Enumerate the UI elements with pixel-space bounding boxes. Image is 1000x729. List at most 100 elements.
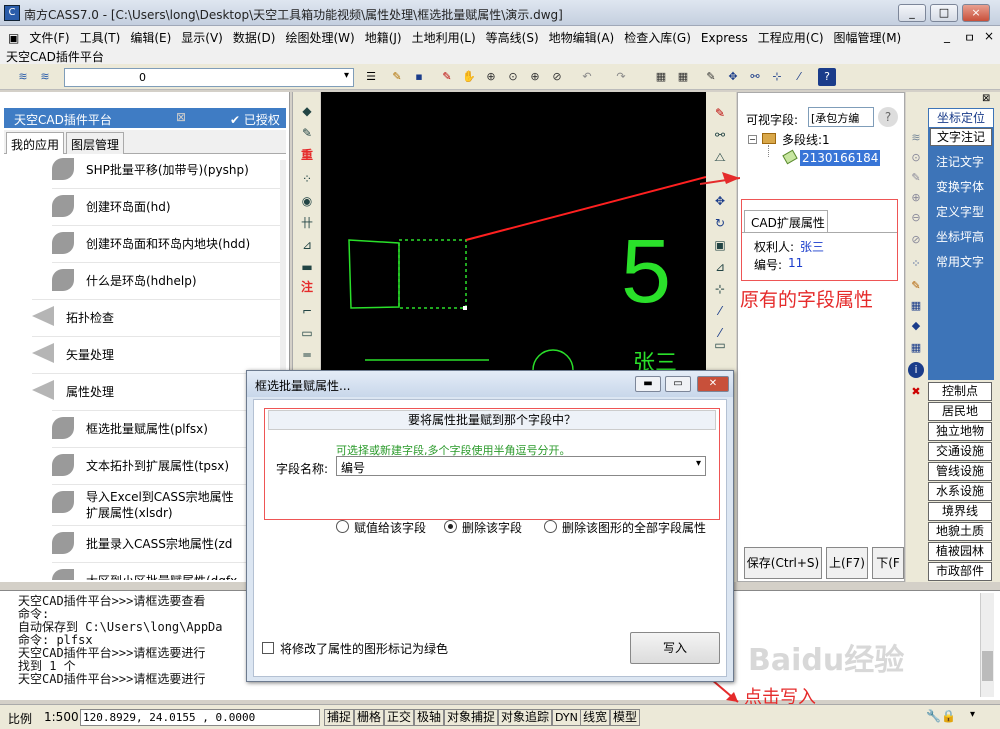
open-file-icon[interactable]: ✎ — [388, 68, 406, 86]
dialog-maximize-button[interactable]: ▭ — [665, 376, 691, 392]
scrollbar-thumb[interactable] — [982, 651, 993, 681]
menu-contour[interactable]: 等高线(S) — [481, 26, 544, 46]
toggle-lineweight[interactable]: 线宽 — [580, 709, 611, 726]
common-text-button[interactable]: 常用文字 — [930, 252, 990, 272]
mark-green-checkbox[interactable] — [262, 642, 274, 654]
plugin-list-item[interactable]: 创建环岛面和环岛内地块(hdd) — [52, 225, 286, 261]
menu-feature-edit[interactable]: 地物编辑(A) — [544, 26, 620, 46]
menu-tools[interactable]: 工具(T) — [75, 26, 126, 46]
plugin-list-item[interactable]: 创建环岛面(hd) — [52, 188, 286, 224]
zoom-in-icon[interactable]: ⊕ — [908, 190, 924, 206]
toggle-dyn[interactable]: DYN — [552, 709, 581, 726]
menu-draw[interactable]: 绘图处理(W) — [280, 26, 359, 46]
rotate-icon[interactable]: ↻ — [711, 214, 729, 232]
field-name-combo[interactable]: 编号 ▾ — [336, 456, 706, 476]
plugin-list-item[interactable]: SHP批量平移(加带号)(pyshp) — [52, 155, 286, 187]
info-icon[interactable]: i — [908, 362, 924, 378]
dots-icon[interactable]: ⁘ — [908, 256, 924, 272]
doc-minimize-button[interactable]: _ — [944, 29, 950, 43]
copy-icon[interactable]: ⚯ — [711, 126, 729, 144]
landform-button[interactable]: 地貌土质 — [928, 522, 992, 541]
menu-app-icon[interactable]: ▣ — [0, 28, 24, 45]
dialog-minimize-button[interactable]: ▬ — [635, 376, 661, 392]
trim-icon[interactable]: ⊹ — [711, 280, 729, 298]
tab-layer-management[interactable]: 图层管理 — [66, 132, 125, 154]
polyline-icon[interactable]: ⌐ — [298, 302, 316, 320]
line-icon[interactable]: ═ — [298, 346, 316, 364]
edit-icon[interactable]: ✎ — [908, 170, 924, 186]
undo-icon[interactable]: ↶ — [578, 68, 596, 86]
cad-ext-tab[interactable]: CAD扩展属性 — [744, 210, 828, 232]
menu-view[interactable]: 显示(V) — [176, 26, 228, 46]
line-extend-icon[interactable]: ⁄ — [790, 68, 808, 86]
ruler-icon[interactable]: ▬ — [298, 258, 316, 276]
table-icon[interactable]: ▦ — [908, 340, 924, 356]
brush-icon[interactable]: ✎ — [298, 124, 316, 142]
mark-green-label[interactable]: 将修改了属性的图形标记为绿色 — [280, 640, 448, 657]
heavy-text-icon[interactable]: 重 — [298, 146, 316, 164]
scale-icon[interactable]: ▣ — [711, 236, 729, 254]
right-panel-close-icon[interactable]: ⊠ — [982, 93, 990, 104]
toggle-model[interactable]: 模型 — [610, 709, 641, 726]
tray-icons[interactable]: 🔧🔒 — [926, 709, 956, 723]
menu-file[interactable]: 文件(F) — [24, 26, 74, 46]
layer-state-icon[interactable]: ≋ — [36, 68, 54, 86]
maximize-button[interactable]: □ — [930, 4, 958, 22]
traffic-facility-button[interactable]: 交通设施 — [928, 442, 992, 461]
minimize-button[interactable]: _ — [898, 4, 926, 22]
move-icon[interactable]: ✥ — [724, 68, 742, 86]
menu-sheet[interactable]: 图幅管理(M) — [829, 26, 907, 46]
option-delete-all-label[interactable]: 删除该图形的全部字段属性 — [562, 519, 706, 536]
toggle-ortho[interactable]: 正交 — [384, 709, 415, 726]
annotation-text-icon[interactable]: 注 — [298, 278, 316, 296]
scatter-icon[interactable]: ⁘ — [298, 170, 316, 188]
fence-icon[interactable]: 卄 — [298, 214, 316, 232]
grid-icon[interactable]: ▦ — [908, 298, 924, 314]
toggle-polar[interactable]: 极轴 — [414, 709, 445, 726]
tree-root-label[interactable]: 多段线:1 — [782, 131, 830, 148]
radio-delete-all[interactable] — [544, 520, 557, 533]
pin-icon[interactable]: ◆ — [908, 318, 924, 334]
municipal-button[interactable]: 市政部件 — [928, 562, 992, 581]
close-button[interactable]: × — [962, 4, 990, 22]
text-annotation-button[interactable]: 文字注记 — [930, 128, 992, 146]
zoom-extents-icon[interactable]: ⊕ — [526, 68, 544, 86]
search-icon[interactable]: ⊘ — [908, 232, 924, 248]
layer-dropdown[interactable]: 0 ▾ — [64, 68, 354, 87]
menu-cadastre[interactable]: 地籍(J) — [360, 26, 407, 46]
help-icon[interactable]: ? — [878, 107, 898, 127]
chart-icon[interactable]: ⊿ — [298, 236, 316, 254]
zoom-previous-icon[interactable]: ⊘ — [548, 68, 566, 86]
previous-button[interactable]: 上(F7) — [826, 547, 868, 579]
grid-icon[interactable]: ▦ — [674, 68, 692, 86]
save-button[interactable]: 保存(Ctrl+S) — [744, 547, 822, 579]
doc-close-button[interactable]: × — [984, 29, 994, 43]
pan-icon[interactable]: ✋ — [460, 68, 478, 86]
dialog-title-bar[interactable]: 框选批量赋属性... ▬ ▭ ✕ — [247, 371, 733, 397]
pencil-icon[interactable]: ✎ — [711, 104, 729, 122]
toggle-snap[interactable]: 捕捉 — [324, 709, 355, 726]
radio-delete-field[interactable] — [444, 520, 457, 533]
radio-assign-field[interactable] — [336, 520, 349, 533]
brush-icon[interactable]: ✎ — [908, 278, 924, 294]
tab-my-apps[interactable]: 我的应用 — [6, 132, 65, 154]
mirror-icon[interactable]: ⧍ — [711, 148, 729, 166]
pencil-icon[interactable]: ✎ — [438, 68, 456, 86]
chamfer-icon[interactable]: ▭ — [711, 336, 729, 354]
zoom-icon[interactable]: ⊙ — [908, 150, 924, 166]
pipeline-facility-button[interactable]: 管线设施 — [928, 462, 992, 481]
zoom-out-icon[interactable]: ⊖ — [908, 210, 924, 226]
menu-edit[interactable]: 编辑(E) — [125, 26, 176, 46]
next-button[interactable]: 下(F — [872, 547, 904, 579]
vegetation-button[interactable]: 植被园林 — [928, 542, 992, 561]
vehicle-icon[interactable]: ◉ — [298, 192, 316, 210]
residential-button[interactable]: 居民地 — [928, 402, 992, 421]
coordinate-elevation-button[interactable]: 坐标坪高 — [930, 227, 990, 247]
boundary-line-button[interactable]: 境界线 — [928, 502, 992, 521]
lineweight-icon[interactable]: ☰ — [362, 68, 380, 86]
annotate-text-button[interactable]: 注记文字 — [930, 152, 990, 172]
line-break-icon[interactable]: ⊹ — [768, 68, 786, 86]
change-font-button[interactable]: 变换字体 — [930, 177, 990, 197]
redo-icon[interactable]: ↷ — [612, 68, 630, 86]
control-point-button[interactable]: 控制点 — [928, 382, 992, 401]
